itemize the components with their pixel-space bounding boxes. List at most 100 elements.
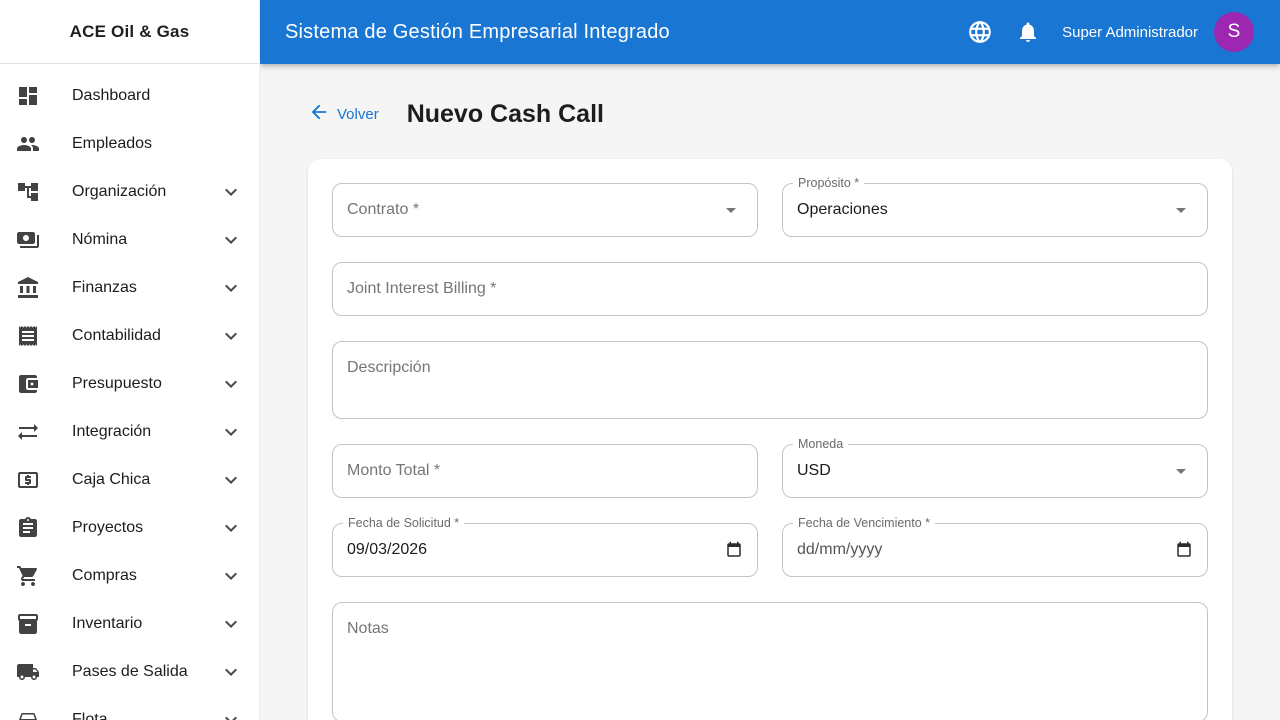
fecha-solicitud-label: Fecha de Solicitud * bbox=[343, 515, 465, 532]
proposito-value: Operaciones bbox=[797, 201, 888, 218]
sidebar-item-label: Nómina bbox=[72, 231, 128, 248]
fecha-solicitud-value: 09/03/2026 bbox=[347, 541, 428, 558]
descripcion-label: Descripción bbox=[347, 359, 431, 376]
sidebar-item-compras[interactable]: Compras bbox=[0, 552, 259, 600]
chevron-down-icon bbox=[219, 420, 243, 444]
chevron-down-icon bbox=[219, 276, 243, 300]
brand-title: ACE Oil & Gas bbox=[0, 0, 259, 64]
people-icon bbox=[16, 132, 40, 156]
page-title: Nuevo Cash Call bbox=[406, 100, 604, 128]
sidebar-item-caja-chica[interactable]: Caja Chica bbox=[0, 456, 259, 504]
sidebar-item-label: Integración bbox=[72, 423, 152, 440]
language-button[interactable] bbox=[960, 12, 1000, 52]
cart-icon bbox=[16, 564, 40, 588]
sidebar-item-label: Inventario bbox=[72, 615, 143, 632]
fecha-vencimiento-label: Fecha de Vencimiento * bbox=[793, 515, 936, 532]
main-content: Volver Nuevo Cash Call Contrato * Propós… bbox=[260, 0, 1280, 720]
avatar[interactable]: S bbox=[1214, 12, 1254, 52]
calendar-icon[interactable] bbox=[725, 541, 743, 559]
dropdown-arrow-icon bbox=[1169, 459, 1193, 483]
jib-input[interactable]: Joint Interest Billing * bbox=[332, 262, 1208, 316]
monto-total-label: Monto Total * bbox=[347, 462, 441, 479]
receipt-icon bbox=[16, 324, 40, 348]
chevron-down-icon bbox=[219, 228, 243, 252]
moneda-value: USD bbox=[797, 462, 831, 479]
wallet-icon bbox=[16, 372, 40, 396]
chevron-down-icon bbox=[219, 324, 243, 348]
chevron-down-icon bbox=[219, 372, 243, 396]
cash-atm-icon bbox=[16, 468, 40, 492]
dropdown-arrow-icon bbox=[1169, 198, 1193, 222]
sidebar-item-empleados[interactable]: Empleados bbox=[0, 120, 259, 168]
payments-icon bbox=[16, 228, 40, 252]
inventory-icon bbox=[16, 612, 40, 636]
sidebar-item-label: Dashboard bbox=[72, 87, 151, 104]
notifications-button[interactable] bbox=[1008, 12, 1048, 52]
sidebar: ACE Oil & Gas Dashboard Empleados Organiza… bbox=[0, 0, 260, 720]
car-icon bbox=[16, 708, 40, 720]
contrato-label: Contrato * bbox=[347, 201, 420, 218]
sidebar-item-label: Caja Chica bbox=[72, 471, 151, 488]
moneda-select[interactable]: Moneda USD bbox=[782, 436, 1208, 498]
notas-textarea[interactable]: Notas bbox=[332, 602, 1208, 720]
globe-icon bbox=[967, 19, 993, 45]
fecha-vencimiento-input[interactable]: Fecha de Vencimiento * dd/mm/yyyy bbox=[782, 515, 1208, 577]
dashboard-icon bbox=[16, 84, 40, 108]
sync-icon bbox=[16, 420, 40, 444]
sidebar-item-label: Empleados bbox=[72, 135, 153, 152]
fecha-vencimiento-placeholder: dd/mm/yyyy bbox=[797, 541, 883, 558]
clipboard-icon bbox=[16, 516, 40, 540]
user-name: Super Administrador bbox=[1062, 23, 1198, 41]
app-bar: Sistema de Gestión Empresarial Integrado… bbox=[260, 0, 1280, 64]
sidebar-item-proyectos[interactable]: Proyectos bbox=[0, 504, 259, 552]
monto-total-input[interactable]: Monto Total * bbox=[332, 444, 758, 498]
bell-icon bbox=[1016, 20, 1040, 44]
calendar-icon[interactable] bbox=[1175, 541, 1193, 559]
sidebar-item-pases-de-salida[interactable]: Pases de Salida bbox=[0, 648, 259, 696]
contrato-select[interactable]: Contrato * bbox=[332, 183, 758, 237]
sidebar-item-label: Pases de Salida bbox=[72, 663, 188, 680]
app-bar-actions: Super Administrador S bbox=[960, 12, 1254, 52]
sidebar-item-label: Contabilidad bbox=[72, 327, 161, 344]
proposito-select[interactable]: Propósito * Operaciones bbox=[782, 175, 1208, 237]
truck-icon bbox=[16, 660, 40, 684]
sidebar-nav: Dashboard Empleados Organización Nómina Fina… bbox=[0, 64, 259, 720]
sidebar-item-nomina[interactable]: Nómina bbox=[0, 216, 259, 264]
sidebar-item-organizacion[interactable]: Organización bbox=[0, 168, 259, 216]
sidebar-item-integracion[interactable]: Integración bbox=[0, 408, 259, 456]
fecha-solicitud-input[interactable]: Fecha de Solicitud * 09/03/2026 bbox=[332, 515, 758, 577]
sidebar-item-label: Flota bbox=[72, 711, 108, 720]
chevron-down-icon bbox=[219, 708, 243, 720]
arrow-back-icon bbox=[308, 101, 337, 128]
moneda-label: Moneda bbox=[793, 436, 849, 453]
sidebar-item-contabilidad[interactable]: Contabilidad bbox=[0, 312, 259, 360]
chevron-down-icon bbox=[219, 516, 243, 540]
sidebar-item-inventario[interactable]: Inventario bbox=[0, 600, 259, 648]
chevron-down-icon bbox=[219, 564, 243, 588]
sidebar-item-label: Proyectos bbox=[72, 519, 144, 536]
sidebar-item-label: Finanzas bbox=[72, 279, 137, 296]
sidebar-item-dashboard[interactable]: Dashboard bbox=[0, 72, 259, 120]
chevron-down-icon bbox=[219, 612, 243, 636]
sidebar-item-label: Organización bbox=[72, 183, 167, 200]
org-tree-icon bbox=[16, 180, 40, 204]
notas-label: Notas bbox=[347, 620, 389, 637]
back-label: Volver bbox=[337, 106, 379, 123]
back-link[interactable]: Volver bbox=[308, 101, 379, 128]
dropdown-arrow-icon bbox=[719, 198, 743, 222]
sidebar-item-presupuesto[interactable]: Presupuesto bbox=[0, 360, 259, 408]
jib-label: Joint Interest Billing * bbox=[347, 280, 497, 297]
chevron-down-icon bbox=[219, 660, 243, 684]
descripcion-textarea[interactable]: Descripción bbox=[332, 341, 1208, 419]
sidebar-item-label: Compras bbox=[72, 567, 137, 584]
page-header: Volver Nuevo Cash Call bbox=[308, 100, 1232, 129]
sidebar-item-finanzas[interactable]: Finanzas bbox=[0, 264, 259, 312]
form-card: Contrato * Propósito * Operaciones Joint… bbox=[308, 159, 1232, 720]
sidebar-item-label: Presupuesto bbox=[72, 375, 162, 392]
proposito-label: Propósito * bbox=[793, 175, 865, 192]
chevron-down-icon bbox=[219, 180, 243, 204]
sidebar-item-flota[interactable]: Flota bbox=[0, 696, 259, 720]
app-title: Sistema de Gestión Empresarial Integrado bbox=[285, 20, 670, 43]
bank-icon bbox=[16, 276, 40, 300]
chevron-down-icon bbox=[219, 468, 243, 492]
